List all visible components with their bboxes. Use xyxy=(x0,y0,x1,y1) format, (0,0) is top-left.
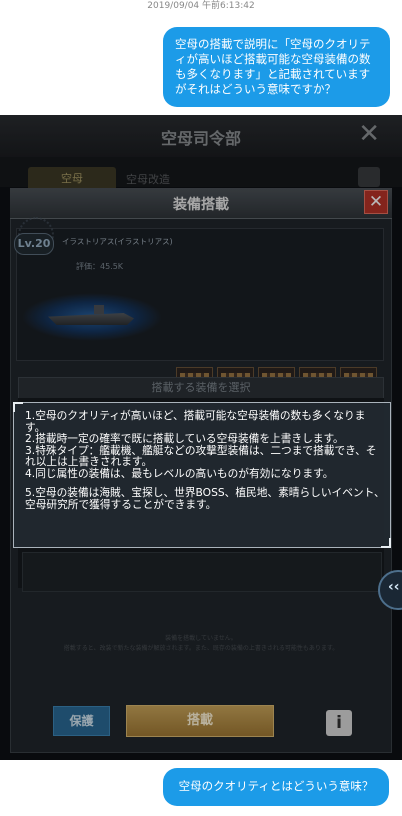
tooltip-corner xyxy=(13,402,23,412)
game-screenshot: 空母司令部 ✕ 空母 空母改造 装備搭載 ✕ Lv.20 イラストリアス(イラス… xyxy=(0,115,402,760)
tooltip-text: 1.空母のクオリティが高いほど、搭載可能な空母装備の数も多くなります。 2.搭載… xyxy=(25,410,385,510)
tooltip-corner xyxy=(381,538,391,548)
tooltip-line-3: 3.特殊タイプ：艦載機、艦艇などの攻撃型装備は、二つまで搭載でき、それ以上は上書… xyxy=(25,443,377,468)
tooltip-line-2: 2.搭載時一定の確率で既に搭載している空母装備を上書きします。 xyxy=(25,432,344,445)
tooltip-line-4: 4.同じ属性の装備は、最もレベルの高いものが有効になります。 xyxy=(25,466,334,480)
chat-bubble-question-2: 空母のクオリティとはどういう意味？ xyxy=(163,768,389,806)
tooltip-line-1: 1.空母のクオリティが高いほど、搭載可能な空母装備の数も多くなります。 xyxy=(25,409,366,434)
chat-bubble-question-1: 空母の搭載で説明に「空母のクオリティが高いほど搭載可能な空母装備の数も多くなりま… xyxy=(163,27,390,107)
double-chevron-left-icon: ‹‹ xyxy=(388,579,400,595)
help-tooltip: 1.空母のクオリティが高いほど、搭載可能な空母装備の数も多くなります。 2.搭載… xyxy=(13,402,391,548)
tooltip-line-5: 5.空母の装備は海賊、宝探し、世界BOSS、植民地、素晴らしいイベント、空母研究… xyxy=(25,486,385,511)
timestamp: 2019/09/04 午前6:13:42 xyxy=(147,1,255,11)
